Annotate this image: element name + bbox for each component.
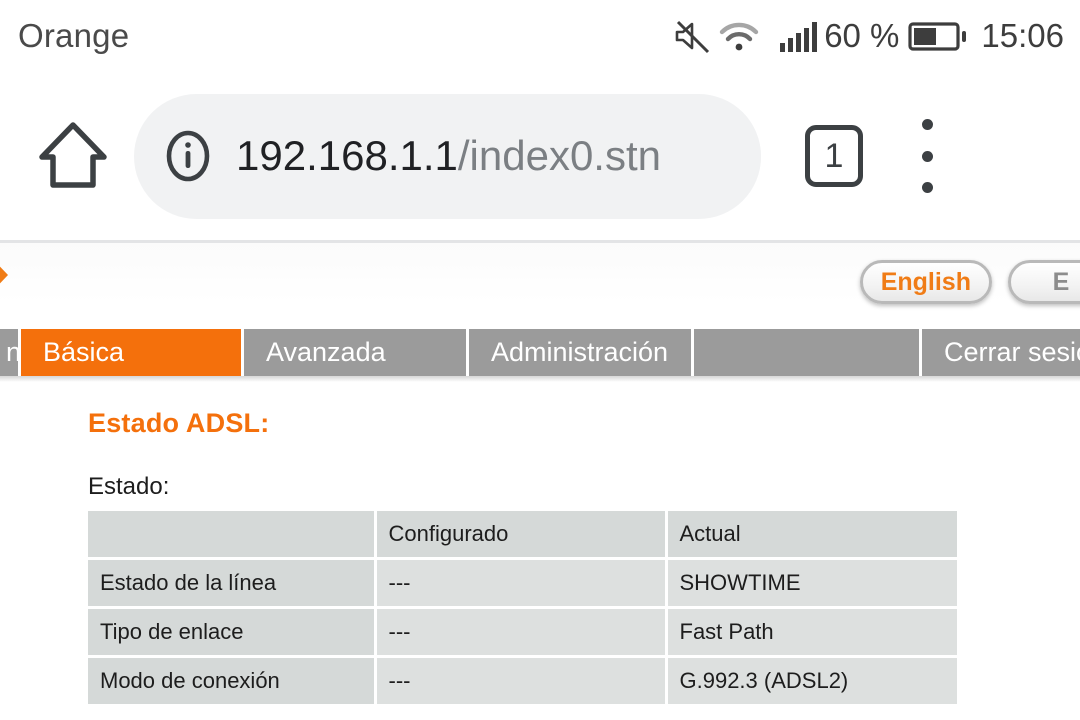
url-text[interactable]: 192.168.1.1/index0.stn xyxy=(236,135,661,177)
menu-dot xyxy=(921,119,933,130)
row-label: Modo de conexión xyxy=(88,656,377,707)
column-header-actual: Actual xyxy=(666,511,960,560)
adsl-status-table: Configurado Actual Estado de la línea --… xyxy=(88,511,960,707)
cell-configurado: --- xyxy=(375,558,668,609)
language-button-english[interactable]: English xyxy=(859,260,992,304)
browser-toolbar: 192.168.1.1/index0.stn 1 xyxy=(0,72,1080,240)
router-admin-page: English E n Básica Avanzada Administraci… xyxy=(0,243,1080,720)
main-navigation-tabs: n Básica Avanzada Administración Cerrar … xyxy=(0,329,1080,382)
cell-actual: Fast Path xyxy=(666,607,960,658)
row-label: Estado de la línea xyxy=(88,558,377,609)
nav-tab-cerrar-sesion[interactable]: Cerrar sesión xyxy=(922,329,1080,376)
url-host: 192.168.1.1 xyxy=(236,132,458,179)
nav-tab-basica[interactable]: Básica xyxy=(21,329,244,376)
language-button-group: English E xyxy=(859,260,1080,304)
overflow-menu-icon[interactable] xyxy=(905,119,949,193)
page-header: English E xyxy=(0,243,1080,329)
status-section-label: Estado: xyxy=(88,473,170,500)
status-bar-icons: 60 % 15:06 xyxy=(670,0,1070,72)
clock-label: 15:06 xyxy=(981,17,1064,54)
nav-tab-empty[interactable] xyxy=(694,329,922,376)
nav-tab-administracion[interactable]: Administración xyxy=(469,329,694,376)
battery-icon xyxy=(907,14,969,58)
menu-dot xyxy=(921,182,933,193)
tab-count-label: 1 xyxy=(824,136,844,175)
nav-tab-partial[interactable]: n xyxy=(0,329,21,376)
cell-actual: SHOWTIME xyxy=(666,558,960,609)
url-path: /index0.stn xyxy=(457,132,662,179)
column-header-configurado: Configurado xyxy=(375,511,668,560)
info-circle-icon[interactable] xyxy=(162,130,214,182)
mute-icon xyxy=(670,14,714,58)
column-header-blank xyxy=(88,511,377,560)
nav-tab-avanzada[interactable]: Avanzada xyxy=(244,329,469,376)
wifi-icon xyxy=(716,14,762,58)
table-row: Tipo de enlace --- Fast Path xyxy=(88,607,960,658)
cell-configurado: --- xyxy=(375,656,668,707)
language-button-secondary[interactable]: E xyxy=(1008,260,1080,304)
carrier-label: Orange xyxy=(18,17,130,54)
table-row: Modo de conexión --- G.992.3 (ADSL2) xyxy=(88,656,960,707)
page-content: Estado ADSL: Estado: Configurado Actual … xyxy=(0,376,1080,720)
page-title: Estado ADSL: xyxy=(88,408,270,438)
menu-dot xyxy=(921,150,933,162)
signal-bars-icon xyxy=(776,14,822,58)
row-label: Tipo de enlace xyxy=(88,607,377,658)
url-truncation-fade xyxy=(691,93,761,219)
battery-percent-label: 60 % xyxy=(824,17,900,54)
table-header-row: Configurado Actual xyxy=(88,511,960,560)
android-status-bar: Orange 60 % 15:06 xyxy=(0,0,1080,72)
table-row: Estado de la línea --- SHOWTIME xyxy=(88,558,960,609)
home-icon[interactable] xyxy=(30,113,116,199)
tab-count-button[interactable]: 1 xyxy=(805,125,863,187)
url-bar[interactable]: 192.168.1.1/index0.stn xyxy=(134,93,761,219)
cell-configurado: --- xyxy=(375,607,668,658)
cell-actual: G.992.3 (ADSL2) xyxy=(666,656,960,707)
router-brand-logo xyxy=(0,246,22,304)
